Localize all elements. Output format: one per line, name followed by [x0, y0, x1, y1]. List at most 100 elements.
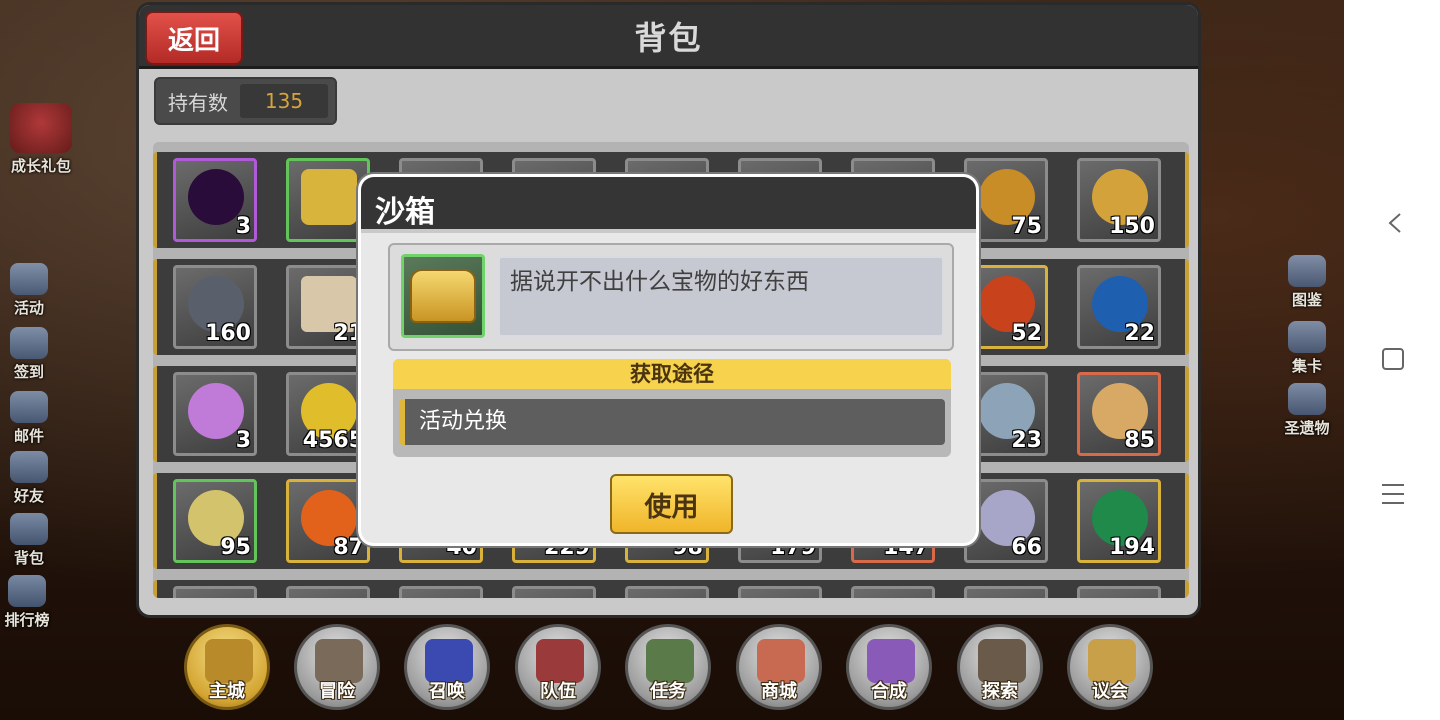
item-slot[interactable]: 22: [1077, 265, 1161, 349]
relic-label: 圣遗物: [1284, 419, 1330, 437]
item-count: 4565: [302, 428, 364, 453]
codex-button[interactable]: 图鉴: [1272, 255, 1342, 310]
activity-label: 活动: [13, 299, 44, 317]
nav-craft[interactable]: 合成: [846, 624, 932, 710]
item-slot[interactable]: [738, 586, 822, 598]
friends-label: 好友: [13, 487, 44, 505]
item-info-box: 据说开不出什么宝物的好东西: [388, 243, 954, 351]
item-count: 3: [235, 214, 251, 239]
item-count: 160: [205, 321, 251, 346]
growth-pack-button[interactable]: 成长礼包: [6, 103, 76, 176]
item-count: 23: [1011, 428, 1042, 453]
item-description: 据说开不出什么宝物的好东西: [498, 256, 944, 337]
checkin-icon: [10, 327, 48, 359]
friends-button[interactable]: 好友: [0, 451, 64, 506]
item-count: 87: [333, 535, 364, 560]
bag-header: 返回 背包: [139, 5, 1198, 69]
item-slot[interactable]: [512, 586, 596, 598]
nav-label: 商城: [761, 681, 797, 702]
use-button[interactable]: 使用: [610, 474, 733, 534]
home-square-icon[interactable]: [1382, 348, 1404, 370]
nav-quest[interactable]: 任务: [625, 624, 711, 710]
relic-icon: [1288, 383, 1326, 415]
item-count: 85: [1124, 428, 1155, 453]
item-slot[interactable]: [1077, 586, 1161, 598]
item-slot[interactable]: 3: [173, 372, 257, 456]
item-detail-dialog: 沙箱 据说开不出什么宝物的好东西 获取途径 活动兑换 使用: [358, 174, 979, 546]
item-slot[interactable]: 160: [173, 265, 257, 349]
growth-pack-label: 成长礼包: [10, 157, 71, 175]
item-count: 3: [235, 428, 251, 453]
relic-button[interactable]: 圣遗物: [1272, 383, 1342, 438]
mail-button[interactable]: 邮件: [0, 391, 64, 446]
item-count: 22: [1124, 321, 1155, 346]
nav-label: 探索: [982, 681, 1018, 702]
backpack-icon: [10, 513, 48, 545]
item-slot[interactable]: [625, 586, 709, 598]
acquire-source-box: 获取途径 活动兑换: [393, 359, 951, 457]
checkin-label: 签到: [13, 363, 44, 381]
chest-icon: [410, 269, 476, 323]
nav-label: 合成: [871, 681, 907, 702]
friends-icon: [10, 451, 48, 483]
item-count-box: 持有数 135: [154, 77, 337, 125]
nav-label: 队伍: [540, 681, 576, 702]
grid-row: [153, 580, 1189, 598]
item-slot[interactable]: [964, 586, 1048, 598]
game-scene: 成长礼包 活动 签到 邮件 好友 背包 排行榜 图鉴 集卡 圣遗物 返回 背包 …: [0, 0, 1344, 720]
nav-label: 主城: [209, 681, 245, 702]
dialog-header: 沙箱: [361, 177, 976, 233]
item-slot[interactable]: [173, 586, 257, 598]
bag-title: 背包: [634, 19, 703, 57]
nav-team[interactable]: 队伍: [515, 624, 601, 710]
book-icon: [1288, 255, 1326, 287]
activity-icon: [10, 263, 48, 295]
item-slot[interactable]: [851, 586, 935, 598]
nav-label: 召唤: [429, 681, 465, 702]
bottom-nav: 主城 冒险 召唤 队伍 任务 商城 合成 探索 议会: [184, 624, 1164, 714]
item-count-label: 持有数: [168, 90, 228, 115]
nav-label: 任务: [650, 681, 686, 702]
mail-label: 邮件: [13, 427, 44, 445]
item-slot[interactable]: [399, 586, 483, 598]
nav-council[interactable]: 议会: [1067, 624, 1153, 710]
nav-main-city[interactable]: 主城: [184, 624, 270, 710]
ranking-icon: [8, 575, 46, 607]
nav-label: 冒险: [319, 681, 355, 702]
item-count-value: 135: [240, 84, 328, 118]
mail-icon: [10, 391, 48, 423]
ranking-label: 排行榜: [4, 611, 50, 629]
backpack-button[interactable]: 背包: [0, 513, 64, 568]
backpack-label: 背包: [13, 549, 44, 567]
checkin-button[interactable]: 签到: [0, 327, 64, 382]
nav-summon[interactable]: 召唤: [404, 624, 490, 710]
nav-shop[interactable]: 商城: [736, 624, 822, 710]
chest-icon: [301, 169, 357, 225]
back-chevron-icon[interactable]: [1386, 212, 1404, 234]
codex-label: 图鉴: [1291, 291, 1322, 309]
item-slot[interactable]: 85: [1077, 372, 1161, 456]
nav-explore[interactable]: 探索: [957, 624, 1043, 710]
acquire-source-item[interactable]: 活动兑换: [399, 399, 945, 445]
ranking-button[interactable]: 排行榜: [0, 575, 62, 630]
acquire-source-header: 获取途径: [393, 359, 951, 389]
cards-icon: [1288, 321, 1326, 353]
menu-lines-icon[interactable]: [1382, 484, 1404, 506]
item-slot[interactable]: 194: [1077, 479, 1161, 563]
nav-adventure[interactable]: 冒险: [294, 624, 380, 710]
card-collection-button[interactable]: 集卡: [1272, 321, 1342, 376]
dialog-title: 沙箱: [375, 195, 435, 230]
nav-label: 议会: [1092, 681, 1128, 702]
item-slot[interactable]: [286, 586, 370, 598]
card-collection-label: 集卡: [1291, 357, 1322, 375]
item-count: 150: [1109, 214, 1155, 239]
item-count: 194: [1109, 535, 1155, 560]
item-slot[interactable]: 3: [173, 158, 257, 242]
item-slot[interactable]: 150: [1077, 158, 1161, 242]
item-count: 66: [1011, 535, 1042, 560]
gift-icon: [10, 103, 72, 153]
activity-button[interactable]: 活动: [0, 263, 64, 318]
item-count: 95: [220, 535, 251, 560]
item-icon-frame: [401, 254, 485, 338]
item-slot[interactable]: 95: [173, 479, 257, 563]
